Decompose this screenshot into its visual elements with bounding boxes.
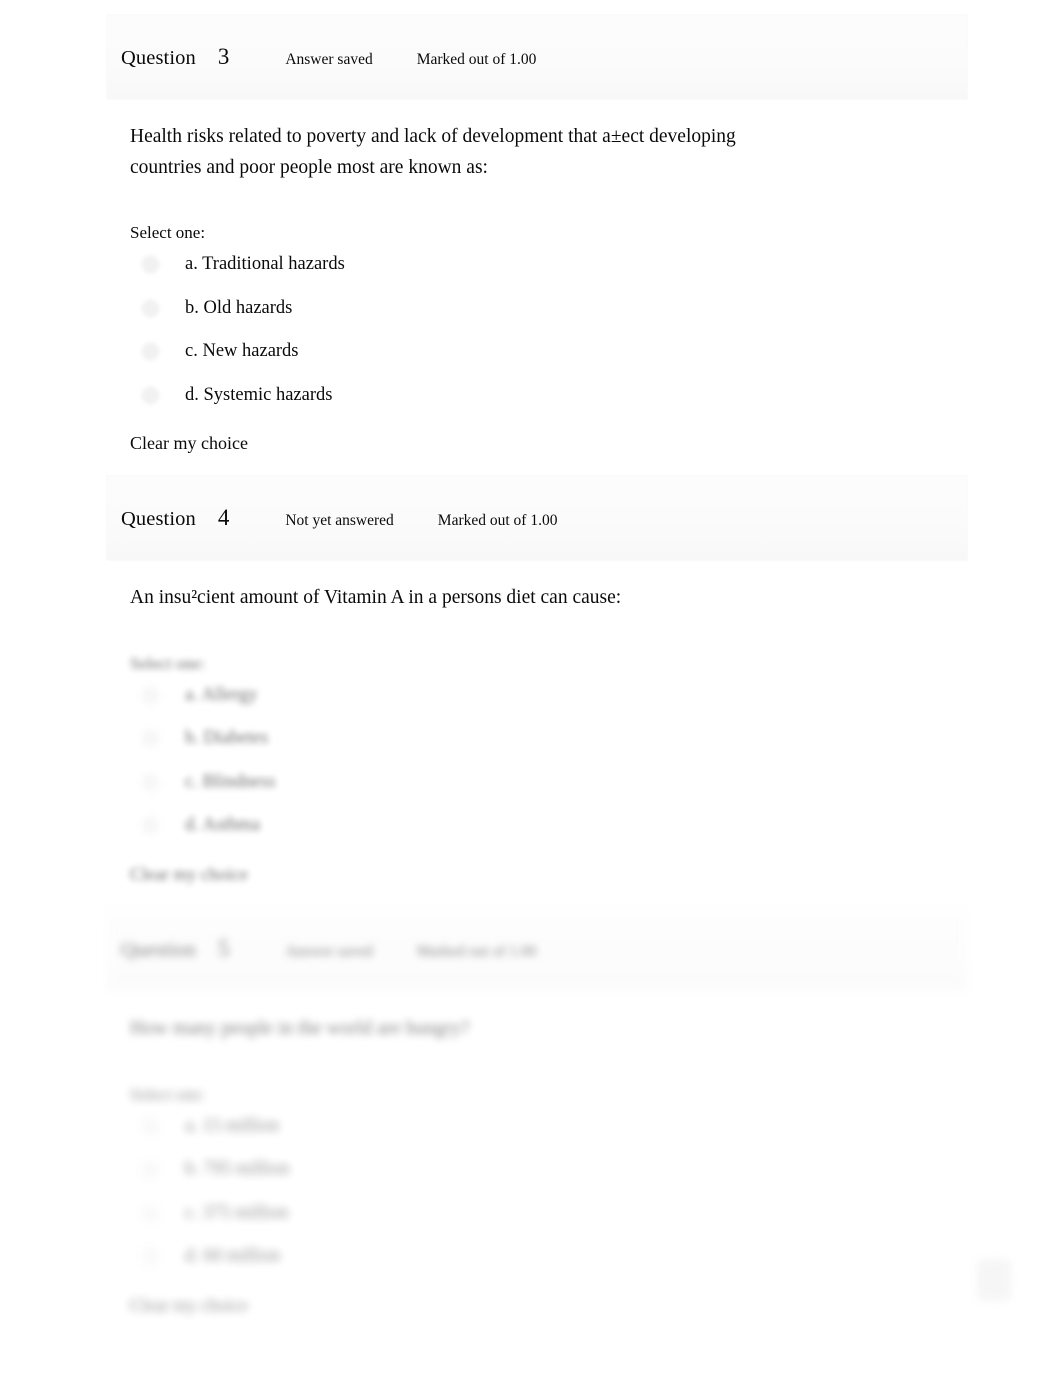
question-label-5: Question <box>121 939 196 961</box>
radio-icon[interactable] <box>142 686 159 704</box>
radio-icon[interactable] <box>142 1117 159 1135</box>
radio-icon[interactable] <box>142 1204 159 1222</box>
radio-icon[interactable] <box>142 256 159 274</box>
radio-icon[interactable] <box>142 299 159 317</box>
question-state-3: Answer saved <box>285 51 373 68</box>
answer-label: a. 15 million <box>185 1115 280 1136</box>
answer-option-4-d[interactable]: d. Asthma <box>130 804 968 848</box>
answer-label: c. New hazards <box>185 341 299 362</box>
answer-option-4-b[interactable]: b. Diabetes <box>130 717 968 761</box>
question-mark-5: Marked out of 1.00 <box>416 943 537 960</box>
quiz-page: Question 3 Answer saved Marked out of 1.… <box>0 0 1062 1377</box>
radio-icon[interactable] <box>142 1161 159 1179</box>
clear-my-choice-link-3[interactable]: Clear my choice <box>130 417 968 454</box>
answer-option-3-d[interactable]: d. Systemic hazards <box>130 374 968 418</box>
radio-icon[interactable] <box>142 817 159 835</box>
answer-label: d. Systemic hazards <box>185 384 333 405</box>
clear-my-choice-link-5[interactable]: Clear my choice <box>130 1279 968 1316</box>
radio-icon[interactable] <box>142 773 159 791</box>
answer-option-3-a[interactable]: a. Traditional hazards <box>130 243 968 287</box>
clear-my-choice-link-4[interactable]: Clear my choice <box>130 848 968 885</box>
answer-label: b. Old hazards <box>185 297 293 318</box>
answer-list-5: a. 15 million b. 795 million c. 375 mill… <box>130 1105 968 1279</box>
answer-option-5-a[interactable]: a. 15 million <box>130 1105 968 1149</box>
radio-icon[interactable] <box>142 386 159 404</box>
answer-label: d. Asthma <box>185 815 261 836</box>
select-prompt-3: Select one: <box>130 223 206 243</box>
answer-list-4: a. Allergy b. Diabetes c. Blindness d. A… <box>130 674 968 848</box>
question-number-3: 3 <box>217 44 230 69</box>
answer-option-4-c[interactable]: c. Blindness <box>130 761 968 805</box>
answer-option-5-b[interactable]: b. 795 million <box>130 1148 968 1192</box>
radio-icon[interactable] <box>142 1248 159 1266</box>
answer-list-3: a. Traditional hazards b. Old hazards c.… <box>130 243 968 417</box>
question-text-5: How many people in the world are hungry? <box>130 1018 470 1039</box>
answer-option-5-c[interactable]: c. 375 million <box>130 1192 968 1236</box>
question-text-4: An insu²cient amount of Vitamin A in a p… <box>130 587 622 608</box>
radio-icon[interactable] <box>142 730 159 748</box>
question-mark-3: Marked out of 1.00 <box>416 51 537 68</box>
answer-label: c. 375 million <box>185 1202 289 1223</box>
question-header-3: Question 3 Answer saved Marked out of 1.… <box>106 14 968 100</box>
radio-icon[interactable] <box>142 343 159 361</box>
answer-option-4-a[interactable]: a. Allergy <box>130 674 968 718</box>
answer-label: b. Diabetes <box>185 728 269 749</box>
answer-option-3-c[interactable]: c. New hazards <box>130 330 968 374</box>
question-card-5: Question 5 Answer saved Marked out of 1.… <box>106 906 968 1316</box>
answer-label: d. 60 million <box>185 1246 281 1267</box>
answer-label: b. 795 million <box>185 1159 290 1180</box>
question-header-4: Question 4 Not yet answered Marked out o… <box>106 475 968 561</box>
question-mark-4: Marked out of 1.00 <box>437 512 558 529</box>
answer-option-5-d[interactable]: d. 60 million <box>130 1235 968 1279</box>
answer-option-3-b[interactable]: b. Old hazards <box>130 287 968 331</box>
answer-label: a. Allergy <box>185 684 258 705</box>
question-number-4: 4 <box>217 505 230 530</box>
question-state-5: Answer saved <box>285 943 373 960</box>
answer-label: a. Traditional hazards <box>185 254 345 275</box>
question-state-4: Not yet answered <box>285 512 394 529</box>
select-prompt-4: Select one: <box>130 653 206 673</box>
question-card-4: Question 4 Not yet answered Marked out o… <box>106 475 968 885</box>
question-text-3: Health risks related to poverty and lack… <box>130 126 736 178</box>
question-header-5: Question 5 Answer saved Marked out of 1.… <box>106 906 968 992</box>
question-label-4: Question <box>121 508 196 530</box>
select-prompt-5: Select one: <box>130 1084 206 1104</box>
question-number-5: 5 <box>217 936 230 961</box>
answer-label: c. Blindness <box>185 771 276 792</box>
scroll-to-top-icon[interactable] <box>977 1259 1011 1301</box>
question-card-3: Question 3 Answer saved Marked out of 1.… <box>106 14 968 454</box>
question-label-3: Question <box>121 47 196 69</box>
